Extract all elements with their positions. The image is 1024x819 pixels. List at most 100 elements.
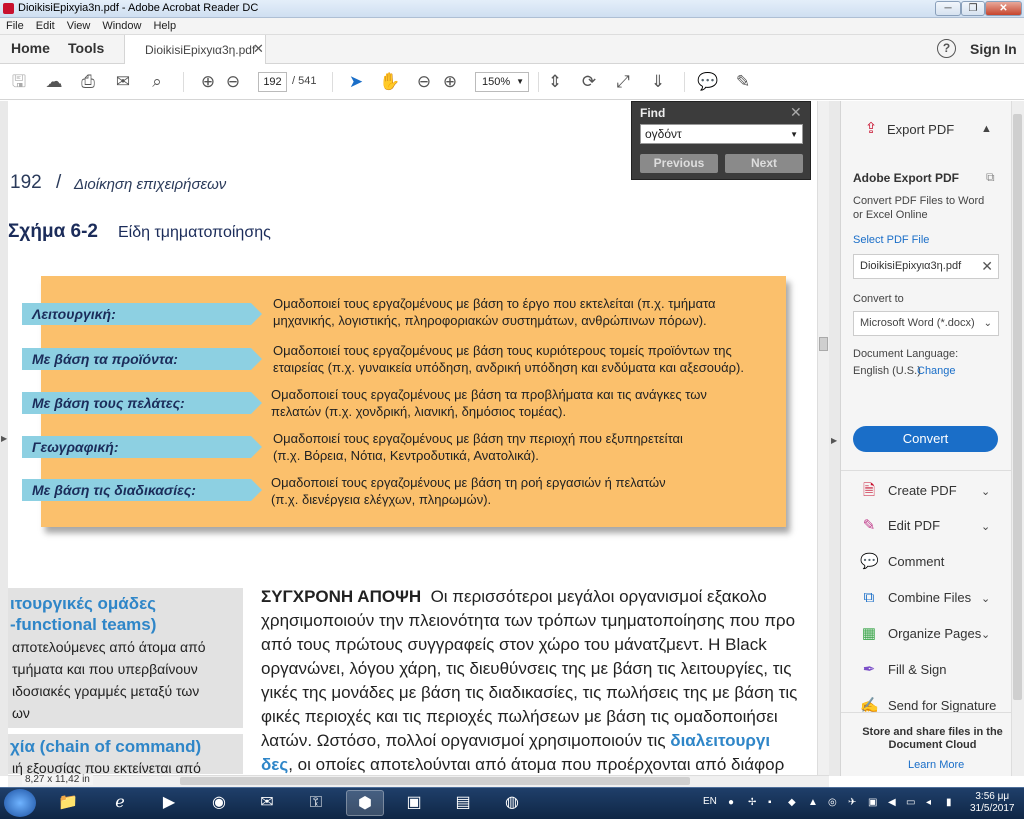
figure-row-label: Με βάση τους πελάτες: [22, 392, 262, 414]
save-icon[interactable]: 🖫 [8, 71, 30, 93]
previous-page-icon[interactable]: ⊕ [197, 71, 219, 93]
vertical-scrollbar[interactable] [817, 101, 829, 776]
export-pdf-header[interactable]: Export PDF [887, 122, 954, 137]
find-panel: Find ✕ ογδόντ ▼ Previous Next [631, 101, 811, 180]
body-line: δες, οι οποίες αποτελούνται από άτομα πο… [261, 755, 785, 774]
tool-organize-pages[interactable]: Organize Pages [888, 626, 981, 641]
system-clock[interactable]: 3:56 μμ 31/5/2017 [970, 791, 1015, 815]
glossary-text: αποτελούμενες από άτομα από [12, 639, 206, 655]
fit-page-icon[interactable]: ⇕ [544, 71, 566, 93]
select-pdf-link[interactable]: Select PDF File [853, 234, 929, 246]
menu-help[interactable]: Help [147, 18, 182, 34]
firefox-icon[interactable]: ◍ [493, 790, 531, 816]
email-icon[interactable]: ✉ [112, 71, 134, 93]
tab-tools[interactable]: Tools [68, 40, 104, 56]
maximize-button[interactable]: ❐ [961, 1, 985, 16]
selected-file-field[interactable]: DioikisiEpixyια3η.pdf ✕ [853, 254, 999, 279]
change-language-link[interactable]: Change [917, 365, 956, 377]
combine-files-icon: ⧉ [863, 589, 875, 606]
battery-icon[interactable]: ▮ [946, 797, 952, 808]
input-language[interactable]: EN [703, 796, 717, 807]
tool-edit-pdf[interactable]: Edit PDF [888, 518, 940, 533]
chevron-down-icon[interactable]: ⌄ [981, 628, 990, 641]
tray-icon[interactable]: ▲ [808, 797, 818, 808]
tray-icon[interactable]: ▪ [768, 797, 772, 808]
copy-icon[interactable]: ⧉ [986, 170, 995, 185]
chevron-up-icon[interactable]: ▲ [981, 123, 992, 135]
menu-view[interactable]: View [61, 18, 97, 34]
minimize-button[interactable]: ─ [935, 1, 961, 16]
internet-explorer-icon[interactable]: ℯ [101, 790, 139, 816]
acrobat-taskbar-icon[interactable]: ⬢ [346, 790, 384, 816]
mail-icon[interactable]: ✉ [248, 790, 286, 816]
running-header: Διοίκηση επιχειρήσεων [74, 176, 227, 193]
expand-left-icon[interactable]: ▶ [1, 434, 7, 443]
hand-tool-icon[interactable]: ✋ [379, 71, 401, 93]
tray-icon[interactable]: ◀ [888, 797, 896, 808]
close-icon[interactable]: ✕ [790, 104, 802, 121]
tool-combine-files[interactable]: Combine Files [888, 590, 971, 605]
tray-icon[interactable]: ● [728, 797, 734, 808]
zoom-select[interactable]: 150% ▼ [475, 72, 529, 92]
zoom-out-icon[interactable]: ⊖ [413, 71, 435, 93]
next-page-icon[interactable]: ⊖ [222, 71, 244, 93]
page-number-input[interactable]: 192 [258, 72, 287, 92]
comment-icon[interactable]: 💬 [697, 71, 719, 93]
format-value: Microsoft Word (*.docx) [860, 317, 975, 329]
powerpoint-icon[interactable]: ▣ [395, 790, 433, 816]
tray-icon[interactable]: ✈ [848, 797, 856, 808]
tray-icon[interactable]: ▣ [868, 797, 877, 808]
menu-file[interactable]: File [0, 18, 30, 34]
rotate-icon[interactable]: ⟳ [578, 71, 600, 93]
tray-icon[interactable]: ◆ [788, 797, 796, 808]
find-next-button[interactable]: Next [725, 154, 803, 173]
select-cursor-icon[interactable]: ➤ [345, 71, 367, 93]
learn-more-link[interactable]: Learn More [908, 759, 964, 771]
tab-document[interactable]: DioikisiEpixyια3η.pdf ✕ [124, 35, 266, 64]
find-input[interactable]: ογδόντ ▼ [640, 124, 803, 144]
upload-cloud-icon[interactable]: ☁ [43, 71, 65, 93]
pane-scroll-thumb[interactable] [1013, 114, 1022, 700]
chevron-down-icon[interactable]: ⌄ [981, 520, 990, 533]
tool-comment[interactable]: Comment [888, 554, 944, 569]
network-icon[interactable]: ▭ [906, 797, 915, 808]
chevron-down-icon: ▼ [516, 77, 524, 86]
close-tab-icon[interactable]: ✕ [253, 41, 264, 57]
search-icon[interactable]: ⌕ [146, 71, 168, 93]
print-icon[interactable]: ⎙ [77, 71, 99, 93]
find-previous-button[interactable]: Previous [640, 154, 718, 173]
scroll-mode-icon[interactable]: ⇓ [647, 71, 669, 93]
format-select[interactable]: Microsoft Word (*.docx) ⌄ [853, 311, 999, 336]
volume-icon[interactable]: ◂ [926, 797, 931, 808]
zoom-in-icon[interactable]: ⊕ [439, 71, 461, 93]
vertical-scroll-thumb[interactable] [819, 337, 828, 351]
menu-window[interactable]: Window [96, 18, 147, 34]
tool-send-for-signature[interactable]: Send for Signature [888, 698, 996, 713]
full-screen-icon[interactable]: ⤢ [612, 71, 634, 93]
start-button[interactable] [4, 789, 36, 817]
chevron-down-icon[interactable]: ⌄ [981, 485, 990, 498]
help-icon[interactable]: ? [937, 39, 956, 58]
horizontal-scroll-thumb[interactable] [180, 777, 690, 785]
tab-home[interactable]: Home [11, 40, 50, 56]
tool-fill-sign[interactable]: Fill & Sign [888, 662, 947, 677]
close-button[interactable]: ✕ [985, 1, 1022, 16]
tool-create-pdf[interactable]: Create PDF [888, 483, 957, 498]
highlight-pen-icon[interactable]: ✎ [732, 71, 754, 93]
convert-button[interactable]: Convert [853, 426, 998, 452]
clear-file-icon[interactable]: ✕ [981, 255, 993, 278]
tray-icon[interactable]: ◎ [828, 797, 837, 808]
sign-in-link[interactable]: Sign In [970, 41, 1017, 57]
key-app-icon[interactable]: ⚿ [297, 790, 335, 816]
chrome-icon[interactable]: ◉ [200, 790, 238, 816]
menu-edit[interactable]: Edit [30, 18, 61, 34]
tray-icon[interactable]: ✢ [748, 797, 756, 808]
chevron-down-icon[interactable]: ⌄ [981, 592, 990, 605]
file-explorer-icon[interactable]: 📁 [49, 790, 87, 816]
glossary-term: ιτουργικές ομάδες [10, 594, 156, 613]
collapse-right-icon[interactable]: ▶ [831, 436, 837, 445]
page-size-readout: 8,27 x 11,42 in [22, 774, 93, 785]
snipping-tool-icon[interactable]: ▤ [444, 790, 482, 816]
media-player-icon[interactable]: ▶ [150, 790, 188, 816]
chevron-down-icon[interactable]: ▼ [790, 126, 798, 144]
